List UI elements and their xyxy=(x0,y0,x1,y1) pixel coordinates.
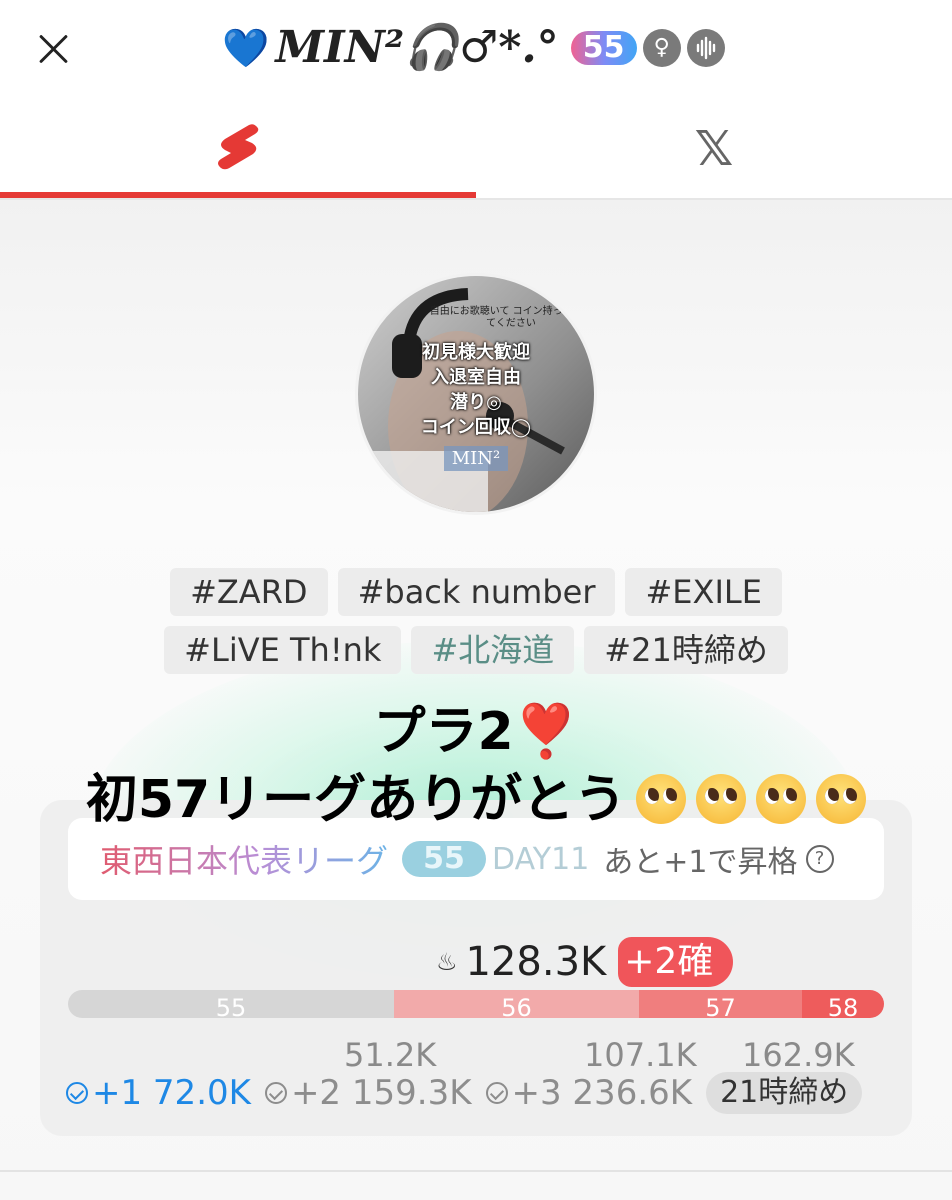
tab-shorts[interactable] xyxy=(0,100,476,198)
x-logo-icon: 𝕏 xyxy=(694,121,734,177)
stat-plus3: +3 236.6K xyxy=(485,1073,693,1113)
help-icon[interactable]: ? xyxy=(805,845,834,873)
league-card[interactable]: 東西日本代表リーグ 55 DAY11 あと+1で昇格 ? ♨ 128.3K +2… xyxy=(40,800,912,1136)
pleading-face-icon xyxy=(756,774,807,824)
profile-tabs: 𝕏 xyxy=(0,100,952,200)
pleading-face-icon xyxy=(816,774,867,824)
tag-row: #LiVE Th!nk #北海道 #21時締め xyxy=(0,626,952,674)
avatar-note: 自由にお歌聴いて コイン持っていってください xyxy=(429,306,593,329)
top-header: 💙 MIN²🎧♂*.° 55 ♀ xyxy=(0,0,952,100)
check-circle-icon xyxy=(66,1082,88,1104)
hashtag-list: #ZARD #back number #EXILE #LiVE Th!nk #北… xyxy=(0,568,952,684)
league-segment-58: 58 xyxy=(802,990,884,1018)
heart-exclamation-emoji: ❣️ xyxy=(513,702,579,762)
pleading-face-emojis xyxy=(626,770,867,830)
avatar-name: MIN² xyxy=(443,446,509,471)
tag-live-think[interactable]: #LiVE Th!nk xyxy=(164,626,402,674)
promotion-stats: +1 72.0K +2 159.3K +3 236.6K 21時締め xyxy=(66,1068,863,1118)
score-value: 128.3K xyxy=(465,939,607,985)
divider xyxy=(0,1170,952,1172)
profile-title-bar: 💙 MIN²🎧♂*.° 55 ♀ xyxy=(222,20,725,76)
tag-back-number[interactable]: #back number xyxy=(337,568,616,616)
caption-text: 初57リーグありがとう xyxy=(85,770,627,830)
tag-hokkaido[interactable]: #北海道 xyxy=(411,626,575,674)
avatar[interactable]: 自由にお歌聴いて コイン持っていってください 初見様大歓迎 入退室自由 潜り◎ … xyxy=(358,276,594,512)
league-segment-57: 57 xyxy=(639,990,802,1018)
tag-exile[interactable]: #EXILE xyxy=(625,568,782,616)
pleading-face-icon xyxy=(696,774,747,824)
audio-waveform-icon[interactable] xyxy=(686,29,725,67)
deadline-badge: 21時締め xyxy=(706,1072,863,1114)
profile-name: MIN²🎧♂*.° xyxy=(275,22,559,73)
blue-heart-emoji: 💙 xyxy=(222,26,270,70)
close-icon[interactable] xyxy=(32,28,74,70)
flame-icon: ♨ xyxy=(436,948,458,976)
rank-up-badge: +2確 xyxy=(618,937,734,987)
league-level-badge: 55 xyxy=(402,841,487,877)
check-circle-icon xyxy=(485,1082,508,1104)
promotion-hint: あと+1で昇格 xyxy=(603,845,798,880)
active-tab-indicator xyxy=(0,192,476,198)
avatar-text: 初見様大歓迎 入退室自由 潜り◎ コイン回収◯ MIN² xyxy=(358,340,594,471)
stat-label: +3 236.6K xyxy=(511,1073,693,1113)
stat-plus1: +1 72.0K xyxy=(66,1073,251,1113)
check-circle-icon xyxy=(264,1082,287,1104)
caption-line-2: 初57リーグありがとう xyxy=(0,764,952,836)
tag-zard[interactable]: #ZARD xyxy=(170,568,328,616)
avatar-line: コイン回収◯ xyxy=(420,417,532,438)
profile-content: 自由にお歌聴いて コイン持っていってください 初見様大歓迎 入退室自由 潜り◎ … xyxy=(0,200,952,1200)
overlay-caption: プラ2❣️ 初57リーグありがとう xyxy=(0,700,952,836)
avatar-line: 入退室自由 xyxy=(431,367,521,388)
league-day: DAY11 xyxy=(492,841,590,877)
level-badge: 55 xyxy=(570,31,637,65)
female-gender-icon: ♀ xyxy=(642,29,681,67)
caption-line-1: プラ2❣️ xyxy=(0,700,952,764)
tab-x[interactable]: 𝕏 xyxy=(476,100,952,198)
league-name: 東西日本代表リーグ xyxy=(100,836,388,882)
tag-row: #ZARD #back number #EXILE xyxy=(0,568,952,616)
stat-label: +2 159.3K xyxy=(290,1073,472,1113)
shorts-s-icon xyxy=(215,121,261,177)
score-row: ♨ 128.3K +2確 xyxy=(436,936,734,988)
league-segment-55: 55 xyxy=(68,990,394,1018)
avatar-line: 潜り◎ xyxy=(450,392,502,413)
tag-21ji-shime[interactable]: #21時締め xyxy=(584,626,788,674)
avatar-line: 初見様大歓迎 xyxy=(422,342,530,363)
league-segment-56: 56 xyxy=(394,990,639,1018)
stat-plus2: +2 159.3K xyxy=(264,1073,472,1113)
caption-text: プラ2 xyxy=(373,702,514,762)
pleading-face-icon xyxy=(636,774,687,824)
stat-label: +1 72.0K xyxy=(92,1073,251,1113)
league-progress-bar: 55 56 57 58 xyxy=(68,990,884,1018)
